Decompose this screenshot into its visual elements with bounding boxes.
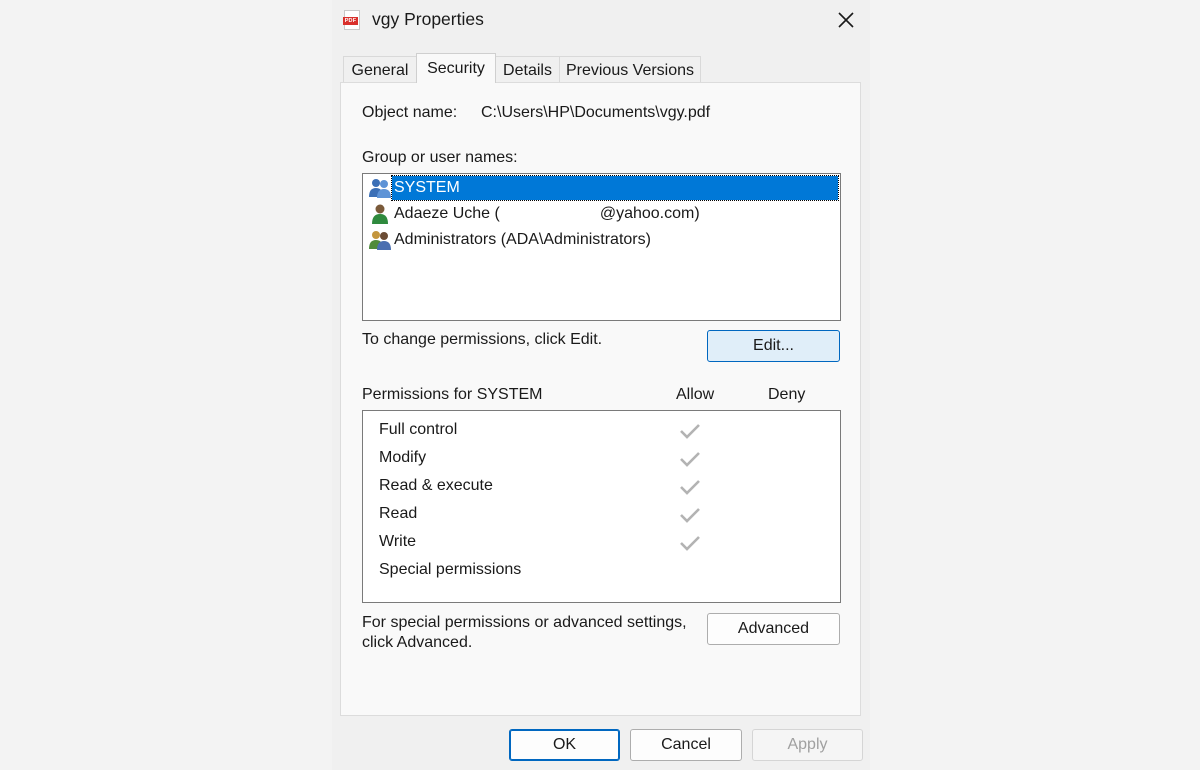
close-button[interactable]	[828, 4, 864, 36]
title-bar: PDF vgy Properties	[332, 0, 870, 42]
group-users-icon	[369, 179, 391, 198]
permission-row: Full control	[363, 416, 840, 444]
permission-name: Full control	[379, 421, 458, 438]
advanced-button[interactable]: Advanced	[707, 613, 840, 645]
checkmark-icon	[680, 536, 700, 551]
redacted-email	[499, 205, 600, 222]
checkmark-icon	[680, 452, 700, 467]
ok-button[interactable]: OK	[509, 729, 620, 761]
permission-name: Read	[379, 505, 418, 522]
object-name-label: Object name:	[362, 104, 458, 121]
edit-button[interactable]: Edit...	[707, 330, 840, 362]
permission-name: Modify	[379, 449, 427, 466]
permission-name: Write	[379, 533, 417, 550]
checkmark-icon	[680, 424, 700, 439]
advanced-hint-line1: For special permissions or advanced sett…	[362, 614, 687, 631]
advanced-hint-line2: click Advanced.	[362, 634, 473, 651]
close-icon	[838, 12, 854, 28]
tab-security[interactable]: Security	[416, 53, 496, 83]
permission-row: Write	[363, 528, 840, 556]
user-name-prefix: Adaeze Uche (	[394, 205, 500, 222]
permission-name: Read & execute	[379, 477, 493, 494]
group-user-names-label: Group or user names:	[362, 149, 518, 166]
user-icon	[372, 204, 388, 224]
object-name-value: C:\Users\HP\Documents\vgy.pdf	[481, 104, 711, 121]
permission-row: Read & execute	[363, 472, 840, 500]
user-name-suffix: @yahoo.com)	[599, 205, 700, 222]
admin-group-icon	[369, 231, 391, 250]
permissions-list: Full control Modify Read & execute Read …	[362, 410, 841, 603]
checkmark-icon	[680, 480, 700, 495]
permissions-header: Permissions for SYSTEM	[362, 386, 543, 403]
tab-general[interactable]: General	[343, 56, 417, 83]
window-title: vgy Properties	[372, 9, 484, 29]
tab-previous-versions[interactable]: Previous Versions	[559, 56, 701, 83]
list-item-system[interactable]: SYSTEM	[368, 175, 839, 201]
deny-column-header: Deny	[768, 386, 806, 403]
list-item-user[interactable]: Adaeze Uche ( @yahoo.com)	[368, 201, 838, 227]
tab-details[interactable]: Details	[495, 56, 560, 83]
list-item-label: Adaeze Uche ( @yahoo.com)	[394, 205, 700, 223]
pdf-file-icon: PDF	[343, 10, 360, 30]
cancel-button[interactable]: Cancel	[630, 729, 742, 761]
change-permissions-hint: To change permissions, click Edit.	[362, 331, 603, 348]
permission-row: Read	[363, 500, 840, 528]
list-item-administrators[interactable]: Administrators (ADA\Administrators)	[368, 227, 838, 253]
apply-button[interactable]: Apply	[752, 729, 863, 761]
properties-dialog: PDF vgy Properties General Security Deta…	[332, 0, 870, 770]
pdf-badge: PDF	[343, 17, 358, 25]
allow-column-header: Allow	[676, 386, 715, 403]
checkmark-icon	[680, 508, 700, 523]
group-user-listbox[interactable]: SYSTEM Adaeze Uche ( @yahoo.com) Administ…	[362, 173, 841, 321]
list-item-label: Administrators (ADA\Administrators)	[394, 231, 651, 248]
permission-row: Special permissions	[363, 556, 840, 584]
list-item-label: SYSTEM	[391, 175, 839, 201]
permission-row: Modify	[363, 444, 840, 472]
security-panel: Object name: C:\Users\HP\Documents\vgy.p…	[340, 82, 861, 716]
permission-name: Special permissions	[379, 561, 522, 578]
